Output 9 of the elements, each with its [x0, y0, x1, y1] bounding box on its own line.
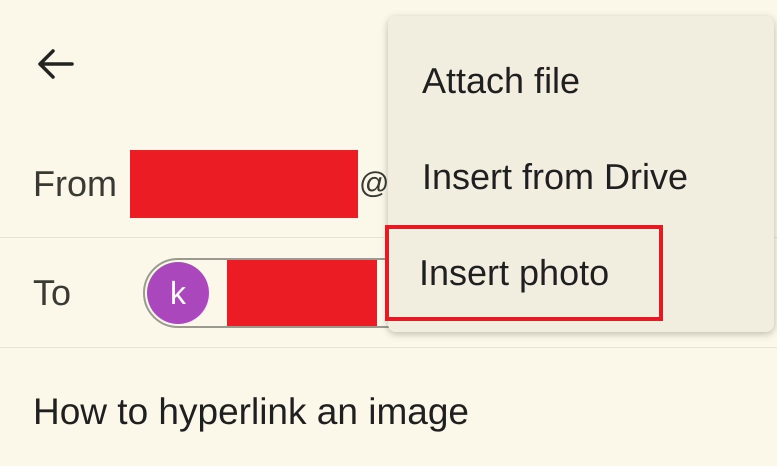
- subject-text[interactable]: How to hyperlink an image: [33, 391, 469, 432]
- from-address: @: [359, 168, 390, 198]
- menu-item[interactable]: Insert from Drive: [388, 129, 774, 225]
- back-arrow-icon[interactable]: [36, 48, 74, 80]
- from-label: From: [33, 162, 118, 206]
- menu-item[interactable]: Attach file: [388, 33, 774, 129]
- to-label: To: [33, 270, 72, 314]
- menu-item[interactable]: Insert photo: [385, 225, 663, 321]
- avatar: k: [147, 262, 209, 324]
